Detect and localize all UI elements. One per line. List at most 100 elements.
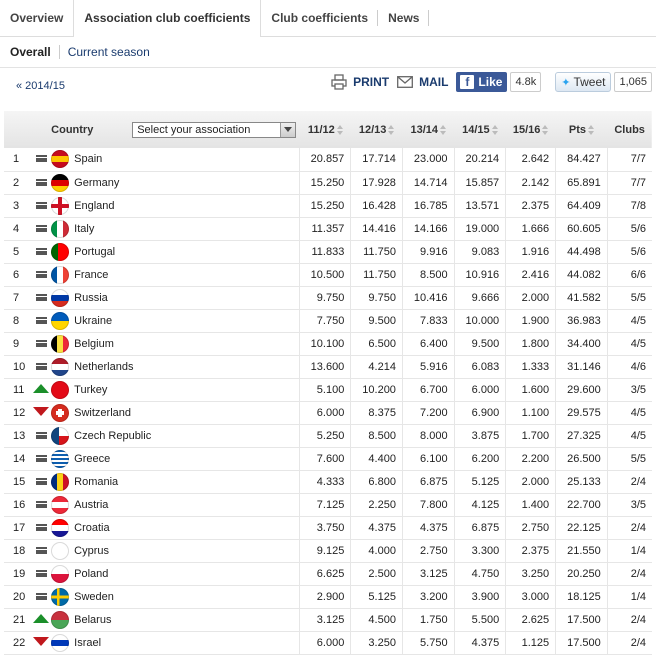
season-cell: 11.833 xyxy=(299,240,351,263)
table-row[interactable]: 22 Israel 6.000 3.250 5.750 4.375 1.125 17.500 2… xyxy=(4,631,652,654)
country-name[interactable]: Belarus xyxy=(74,614,111,626)
col-header-15-16[interactable]: 15/16 xyxy=(506,111,556,148)
country-name[interactable]: Czech Republic xyxy=(74,430,151,442)
subnav-overall[interactable]: Overall xyxy=(10,45,51,59)
table-row[interactable]: 7 Russia 9.750 9.750 10.416 9.666 2.000 41.582 5… xyxy=(4,286,652,309)
country-name[interactable]: Cyprus xyxy=(74,545,109,557)
country-name[interactable]: Turkey xyxy=(74,384,107,396)
col-header-14-15[interactable]: 14/15 xyxy=(454,111,506,148)
table-row[interactable]: 8 Ukraine 7.750 9.500 7.833 10.000 1.900 36.983… xyxy=(4,309,652,332)
country-name[interactable]: Israel xyxy=(74,637,101,649)
points-cell: 41.582 xyxy=(555,286,608,309)
points-cell: 44.082 xyxy=(555,263,608,286)
col-header-12-13[interactable]: 12/13 xyxy=(351,111,403,148)
country-name[interactable]: Belgium xyxy=(74,338,114,350)
association-select[interactable]: Select your association xyxy=(132,121,297,138)
country-name[interactable]: England xyxy=(74,200,114,212)
trend-same-icon xyxy=(35,523,47,531)
table-row[interactable]: 18 Cyprus 9.125 4.000 2.750 3.300 2.375 21.550 1… xyxy=(4,539,652,562)
country-name[interactable]: Poland xyxy=(74,568,108,580)
flag-icon xyxy=(51,288,70,307)
tab-association-club-coefficients[interactable]: Association club coefficients xyxy=(73,0,262,37)
season-cell: 5.125 xyxy=(350,585,403,608)
season-cell: 9.125 xyxy=(299,539,351,562)
table-row[interactable]: 1 Spain 20.857 17.714 23.000 20.214 2.642 84.42… xyxy=(4,148,652,171)
print-button[interactable]: PRINT xyxy=(331,74,389,90)
country-name[interactable]: Croatia xyxy=(74,522,109,534)
country-name[interactable]: Italy xyxy=(74,223,94,235)
points-cell: 18.125 xyxy=(555,585,608,608)
table-row[interactable]: 2 Germany 15.250 17.928 14.714 15.857 2.142 65.… xyxy=(4,171,652,194)
country-name[interactable]: Portugal xyxy=(74,246,115,258)
season-cell: 4.400 xyxy=(350,447,403,470)
table-row[interactable]: 11 Turkey 5.100 10.200 6.700 6.000 1.600 29.600… xyxy=(4,378,652,401)
points-cell: 17.500 xyxy=(555,608,608,631)
table-row[interactable]: 3 England 15.250 16.428 16.785 13.571 2.375 64.… xyxy=(4,194,652,217)
country-name[interactable]: France xyxy=(74,269,108,281)
col-header-11-12[interactable]: 11/12 xyxy=(300,111,351,148)
season-cell: 8.375 xyxy=(350,401,403,424)
season-cell: 5.916 xyxy=(401,355,455,378)
points-cell: 17.500 xyxy=(555,631,608,654)
table-row[interactable]: 21 Belarus 3.125 4.500 1.750 5.500 2.625 17.500… xyxy=(4,608,652,631)
tweet-button[interactable]: ✦ Tweet xyxy=(555,72,612,92)
col-header-pts[interactable]: Pts xyxy=(556,111,608,148)
flag-icon xyxy=(51,449,70,468)
season-cell: 4.000 xyxy=(350,539,403,562)
season-cell: 4.214 xyxy=(350,355,403,378)
season-cell: 7.833 xyxy=(401,309,455,332)
season-cell: 16.785 xyxy=(401,194,455,217)
mail-button[interactable]: MAIL xyxy=(397,75,448,89)
table-row[interactable]: 17 Croatia 3.750 4.375 4.375 6.875 2.750 22.125… xyxy=(4,516,652,539)
tab-news[interactable]: News xyxy=(378,0,430,36)
col-header-13-14[interactable]: 13/14 xyxy=(402,111,454,148)
clubs-cell: 6/6 xyxy=(606,263,652,286)
country-name[interactable]: Spain xyxy=(74,153,102,165)
season-cell: 6.900 xyxy=(453,401,506,424)
country-header: Country xyxy=(51,123,94,136)
table-row[interactable]: 4 Italy 11.357 14.416 14.166 19.000 1.666 60.60… xyxy=(4,217,652,240)
country-name[interactable]: Romania xyxy=(74,476,118,488)
country-name[interactable]: Ukraine xyxy=(74,315,112,327)
table-row[interactable]: 16 Austria 7.125 2.250 7.800 4.125 1.400 22.700… xyxy=(4,493,652,516)
season-cell: 1.700 xyxy=(505,424,556,447)
country-name[interactable]: Russia xyxy=(74,292,108,304)
country-name[interactable]: Austria xyxy=(74,499,108,511)
table-row[interactable]: 15 Romania 4.333 6.800 6.875 5.125 2.000 25.133… xyxy=(4,470,652,493)
table-row[interactable]: 19 Poland 6.625 2.500 3.125 4.750 3.250 20.250 2… xyxy=(4,562,652,585)
tab-club-coefficients[interactable]: Club coefficients xyxy=(261,0,379,36)
country-name[interactable]: Greece xyxy=(74,453,110,465)
season-cell: 5.750 xyxy=(401,631,455,654)
season-cell: 10.100 xyxy=(299,332,351,355)
previous-season-link[interactable]: « 2014/15 xyxy=(16,80,65,92)
trend-same-icon xyxy=(35,316,47,324)
clubs-cell: 7/7 xyxy=(606,171,652,194)
trend-up-icon xyxy=(33,613,50,623)
table-row[interactable]: 13 Czech Republic 5.250 8.500 8.000 3.875 1.70… xyxy=(4,424,652,447)
points-cell: 84.427 xyxy=(555,148,608,171)
season-cell: 9.083 xyxy=(453,240,506,263)
season-cell: 2.500 xyxy=(350,562,403,585)
subnav-current-season[interactable]: Current season xyxy=(68,45,150,59)
season-cell: 17.928 xyxy=(350,171,403,194)
like-label: Like xyxy=(478,75,503,89)
table-row[interactable]: 9 Belgium 10.100 6.500 6.400 9.500 1.800 34.400… xyxy=(4,332,652,355)
country-name[interactable]: Netherlands xyxy=(74,361,133,373)
facebook-like-button[interactable]: f Like xyxy=(456,72,508,92)
table-row[interactable]: 10 Netherlands 13.600 4.214 5.916 6.083 1.333 3… xyxy=(4,355,652,378)
flag-icon xyxy=(51,610,70,629)
table-row[interactable]: 5 Portugal 11.833 11.750 9.916 9.083 1.916 44.4… xyxy=(4,240,652,263)
trend-same-icon xyxy=(35,224,47,232)
table-row[interactable]: 14 Greece 7.600 4.400 6.100 6.200 2.200 26.500 5… xyxy=(4,447,652,470)
table-row[interactable]: 12 Switzerland 6.000 8.375 7.200 6.900 1.100 29… xyxy=(4,401,652,424)
table-row[interactable]: 6 France 10.500 11.750 8.500 10.916 2.416 44.08… xyxy=(4,263,652,286)
tab-overview[interactable]: Overview xyxy=(0,0,73,36)
country-name[interactable]: Switzerland xyxy=(74,407,131,419)
table-row[interactable]: 20 Sweden 2.900 5.125 3.200 3.900 3.000 18.125 1… xyxy=(4,585,652,608)
season-cell: 2.375 xyxy=(505,539,556,562)
print-label: PRINT xyxy=(353,75,390,89)
rank-cell: 13 xyxy=(13,429,26,442)
country-name[interactable]: Germany xyxy=(74,177,119,189)
clubs-cell: 2/4 xyxy=(606,608,652,631)
country-name[interactable]: Sweden xyxy=(74,591,114,603)
